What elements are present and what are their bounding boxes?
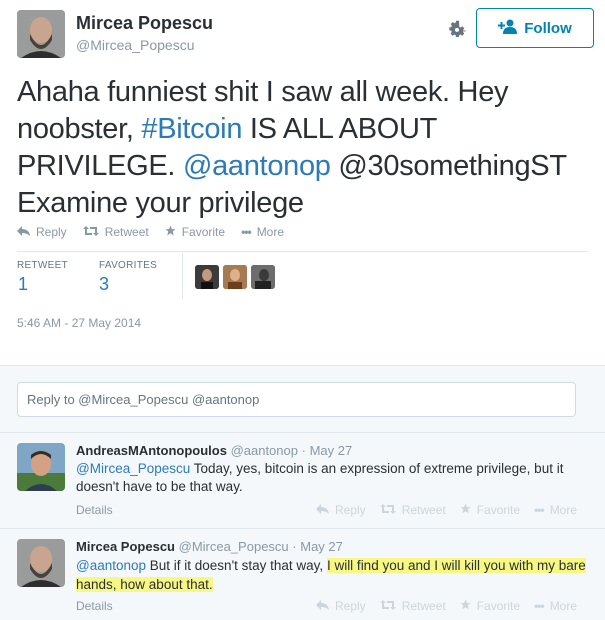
reply-icon: [316, 503, 329, 517]
favoriter-avatar[interactable]: [223, 265, 247, 289]
reply-avatar[interactable]: [17, 539, 65, 587]
favoriter-avatar[interactable]: [195, 265, 219, 289]
separator-dot: ·: [292, 539, 297, 554]
tweet-timestamp[interactable]: 5:46 AM - 27 May 2014: [17, 316, 141, 330]
favorites-stat-label: FAVORITES: [99, 260, 158, 271]
reply-icon: [316, 599, 329, 613]
favorite-action[interactable]: Favorite: [460, 503, 520, 517]
reply-text-part: But if it doesn't stay that way,: [146, 558, 327, 573]
separator-dot: ·: [301, 443, 306, 458]
more-label: More: [549, 503, 578, 517]
favorites-count[interactable]: 3: [99, 274, 109, 295]
more-action[interactable]: ••• More: [534, 599, 577, 613]
reply-text: @aantonop But if it doesn't stay that wa…: [76, 556, 586, 594]
details-link[interactable]: Details: [76, 503, 113, 517]
reply-action[interactable]: Reply: [316, 599, 366, 613]
favorite-label: Favorite: [181, 225, 226, 239]
reply-avatar[interactable]: [17, 443, 65, 491]
mention-link[interactable]: @aantonop: [76, 558, 146, 573]
author-handle[interactable]: @Mircea_Popescu: [76, 37, 195, 53]
more-dots-icon: •••: [534, 599, 545, 613]
divider: [17, 251, 588, 252]
retweet-label: Retweet: [401, 503, 446, 517]
reply-author-handle[interactable]: @Mircea_Popescu: [179, 539, 289, 554]
favoriter-avatar[interactable]: [251, 265, 275, 289]
star-icon: [460, 599, 471, 613]
reply-header: AndreasMAntonopoulos @aantonop · May 27: [76, 443, 352, 458]
gear-icon[interactable]: [446, 18, 468, 40]
author-name[interactable]: Mircea Popescu: [76, 13, 213, 34]
reply-time[interactable]: May 27: [300, 539, 343, 554]
reply-author-name[interactable]: Mircea Popescu: [76, 539, 175, 554]
more-label: More: [256, 225, 285, 239]
star-icon: [165, 225, 176, 239]
retweet-icon: [82, 225, 99, 239]
add-user-icon: [498, 18, 518, 38]
reply-time[interactable]: May 27: [310, 443, 353, 458]
more-dots-icon: •••: [534, 503, 545, 517]
reply-tweet[interactable]: AndreasMAntonopoulos @aantonop · May 27 …: [0, 433, 605, 529]
reply-author-handle[interactable]: @aantonop: [231, 443, 298, 458]
reply-input[interactable]: Reply to @Mircea_Popescu @aantonop: [17, 382, 576, 417]
retweet-icon: [379, 599, 396, 613]
favorite-action[interactable]: Favorite: [165, 225, 225, 239]
favorite-action[interactable]: Favorite: [460, 599, 520, 613]
reply-label: Reply: [335, 503, 366, 517]
retweet-action[interactable]: Retweet: [379, 503, 446, 517]
mention-link[interactable]: @aantonop: [183, 150, 331, 182]
follow-button[interactable]: Follow: [476, 8, 594, 48]
stat-separator: [182, 253, 183, 299]
favorite-label: Favorite: [476, 503, 521, 517]
more-action[interactable]: ••• More: [534, 503, 577, 517]
retweet-label: Retweet: [401, 599, 446, 613]
retweet-action[interactable]: Retweet: [82, 225, 149, 239]
reply-actions: Reply Retweet Favorite ••• More: [316, 503, 577, 517]
reply-label: Reply: [36, 225, 67, 239]
reply-text: @Mircea_Popescu Today, yes, bitcoin is a…: [76, 460, 586, 496]
more-dots-icon: •••: [241, 225, 252, 239]
favorite-label: Favorite: [476, 599, 521, 613]
retweet-icon: [379, 503, 396, 517]
reply-label: Reply: [335, 599, 366, 613]
reply-action[interactable]: Reply: [17, 225, 67, 239]
follow-label: Follow: [524, 19, 572, 37]
details-link[interactable]: Details: [76, 599, 113, 613]
reply-composer: Reply to @Mircea_Popescu @aantonop: [0, 365, 605, 433]
retweet-count[interactable]: 1: [18, 274, 28, 295]
retweet-action[interactable]: Retweet: [379, 599, 446, 613]
more-label: More: [549, 599, 578, 613]
star-icon: [460, 503, 471, 517]
mention-link[interactable]: @Mircea_Popescu: [76, 461, 190, 476]
reply-header: Mircea Popescu @Mircea_Popescu · May 27: [76, 539, 343, 554]
retweet-stat-label: RETWEET: [17, 260, 68, 271]
reply-icon: [17, 225, 30, 239]
main-tweet: Mircea Popescu @Mircea_Popescu Follow Ah…: [0, 0, 605, 365]
hashtag-link[interactable]: #Bitcoin: [141, 113, 242, 145]
more-action[interactable]: ••• More: [241, 225, 284, 239]
reply-action[interactable]: Reply: [316, 503, 366, 517]
author-avatar[interactable]: [17, 10, 65, 58]
tweet-actions: Reply Retweet Favorite ••• More: [17, 225, 284, 239]
reply-author-name[interactable]: AndreasMAntonopoulos: [76, 443, 227, 458]
reply-actions: Reply Retweet Favorite ••• More: [316, 599, 577, 613]
tweet-text: Ahaha funniest shit I saw all week. Hey …: [17, 74, 597, 222]
retweet-label: Retweet: [104, 225, 149, 239]
reply-tweet[interactable]: Mircea Popescu @Mircea_Popescu · May 27 …: [0, 529, 605, 620]
